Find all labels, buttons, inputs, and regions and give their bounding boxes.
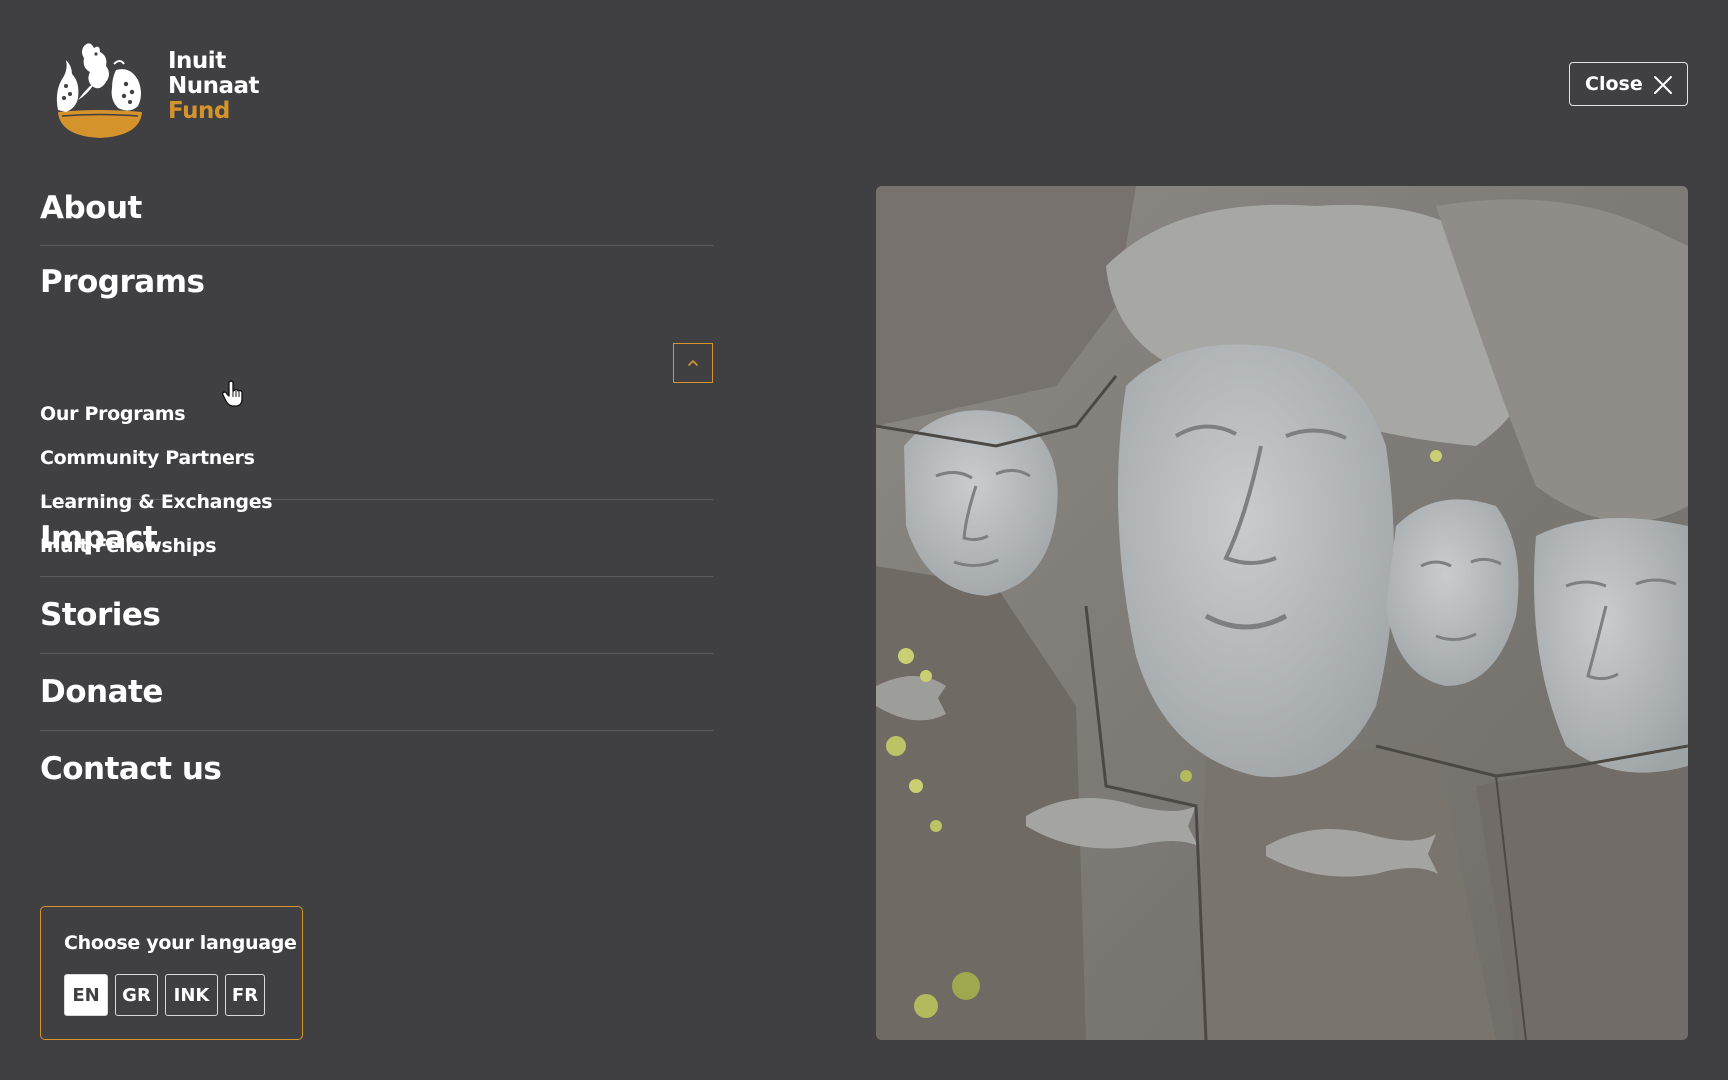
menu-item-contact[interactable]: Contact us	[40, 751, 222, 787]
main-menu: About Programs Our Programs Community Pa…	[40, 168, 713, 808]
menu-item-programs[interactable]: Programs	[40, 264, 205, 300]
menu-section-stories: Stories	[40, 577, 713, 654]
language-button-ink[interactable]: INK	[165, 974, 218, 1016]
menu-section-impact: Impact	[40, 500, 713, 577]
programs-toggle-button[interactable]	[673, 343, 713, 383]
menu-section-about: About	[40, 168, 713, 246]
brand-wordmark: Inuit Nunaat Fund	[168, 48, 260, 124]
brand-logo[interactable]: Inuit Nunaat Fund	[54, 40, 264, 140]
submenu-item-community-partners[interactable]: Community Partners	[40, 446, 272, 490]
menu-item-about[interactable]: About	[40, 190, 713, 226]
chevron-up-icon	[688, 360, 698, 366]
language-button-fr[interactable]: FR	[225, 974, 265, 1016]
submenu-item-our-programs[interactable]: Our Programs	[40, 402, 272, 446]
menu-item-stories[interactable]: Stories	[40, 597, 161, 633]
close-icon	[1654, 76, 1672, 94]
hand-pointer-cursor-icon	[222, 380, 243, 407]
language-chooser-title: Choose your language	[64, 932, 297, 954]
language-button-gr[interactable]: GR	[115, 974, 158, 1016]
menu-item-impact[interactable]: Impact	[40, 520, 158, 556]
menu-section-contact: Contact us	[40, 731, 713, 808]
menu-section-programs: Programs Our Programs Community Partners…	[40, 246, 713, 557]
brand-line-2: Nunaat	[168, 73, 260, 99]
carved-stone-faces-photo	[876, 186, 1688, 1040]
language-options: EN GR INK FR	[64, 974, 265, 1016]
navigation-overlay: Inuit Nunaat Fund Close About Programs O…	[0, 0, 1728, 1080]
brand-line-1: Inuit	[168, 48, 226, 74]
close-label: Close	[1585, 73, 1643, 95]
language-chooser: Choose your language EN GR INK FR	[40, 906, 303, 1040]
brand-line-3: Fund	[168, 98, 230, 124]
language-button-en[interactable]: EN	[64, 974, 108, 1016]
close-menu-button[interactable]: Close	[1569, 62, 1688, 106]
menu-section-donate: Donate	[40, 654, 713, 731]
inuit-figures-bowl-logo-icon	[56, 43, 142, 138]
rock-carving-image	[876, 186, 1688, 1040]
menu-item-donate[interactable]: Donate	[40, 674, 163, 710]
